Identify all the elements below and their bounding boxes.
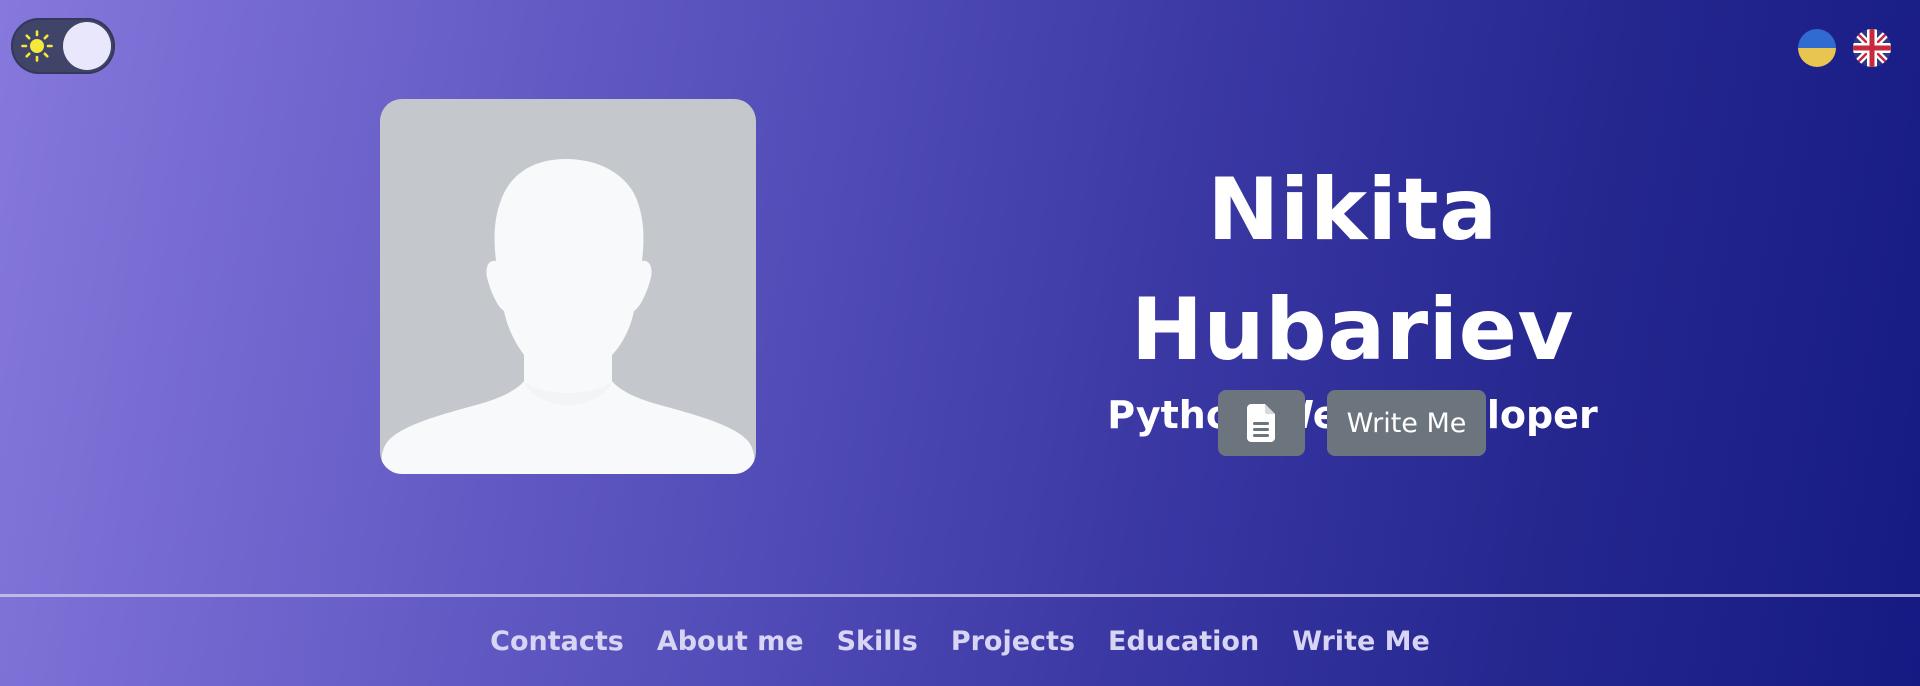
ukraine-flag-icon (1798, 29, 1836, 67)
language-english[interactable] (1853, 29, 1891, 67)
theme-toggle[interactable] (11, 18, 115, 74)
nav-item-about[interactable]: About me (657, 620, 804, 664)
toggle-knob (63, 22, 111, 70)
write-me-button[interactable]: Write Me (1327, 390, 1486, 456)
nav-item-education[interactable]: Education (1108, 620, 1259, 664)
document-icon (1246, 404, 1275, 442)
nav-item-contacts[interactable]: Contacts (490, 620, 624, 664)
sun-icon (21, 30, 53, 62)
uk-flag-icon (1853, 29, 1891, 67)
download-cv-button[interactable] (1218, 390, 1305, 456)
profile-photo-placeholder (380, 99, 756, 474)
bottom-navigation: Contacts About me Skills Projects Educat… (0, 620, 1920, 664)
nav-item-projects[interactable]: Projects (951, 620, 1075, 664)
section-divider (0, 594, 1920, 597)
language-ukrainian[interactable] (1798, 29, 1836, 67)
nav-item-write-me[interactable]: Write Me (1292, 620, 1430, 664)
user-silhouette-icon (381, 159, 755, 474)
profile-name: Nikita Hubariev (1130, 160, 1575, 380)
nav-item-skills[interactable]: Skills (837, 620, 918, 664)
